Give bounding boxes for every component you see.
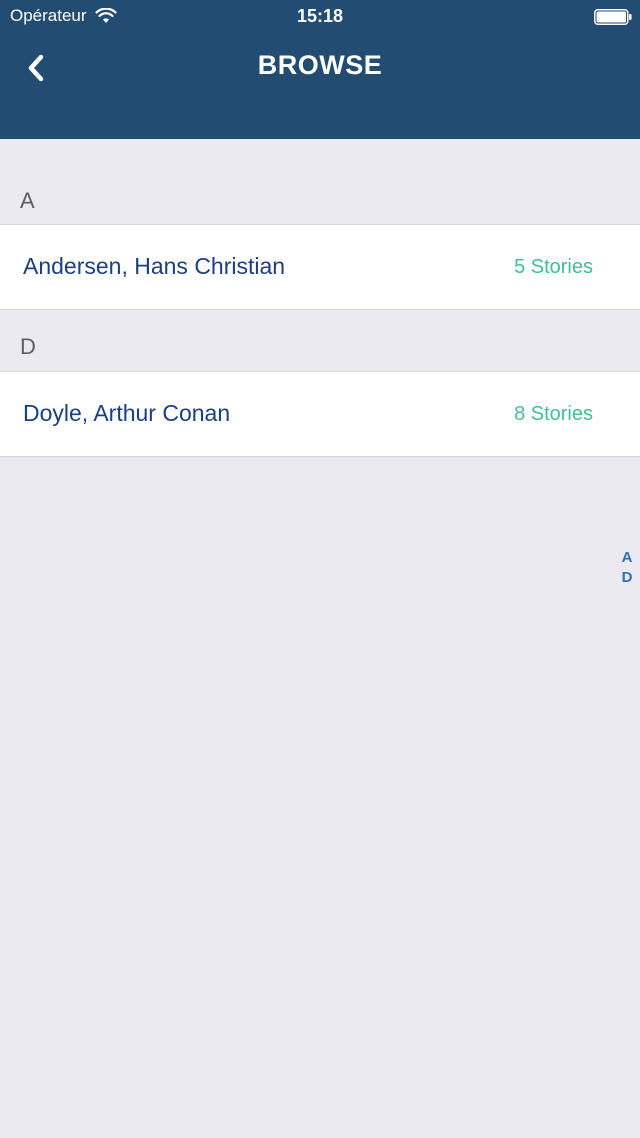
section-letter: D — [20, 334, 36, 359]
author-name: Doyle, Arthur Conan — [23, 400, 231, 426]
author-row-doyle[interactable]: Doyle, Arthur Conan 8 Stories — [0, 371, 640, 457]
index-letter-d[interactable]: D — [620, 568, 634, 588]
page-title: BROWSE — [257, 50, 383, 80]
story-count: 8 Stories — [514, 403, 593, 425]
battery-icon — [594, 9, 632, 25]
navigation-header: Opérateur 15:18 BROWSE — [0, 0, 640, 139]
story-count: 5 Stories — [514, 256, 593, 278]
index-letter-a[interactable]: A — [620, 548, 634, 568]
author-row-andersen[interactable]: Andersen, Hans Christian 5 Stories — [0, 224, 640, 310]
section-header-d: D — [0, 334, 640, 364]
section-index[interactable]: A D — [620, 548, 634, 588]
author-name: Andersen, Hans Christian — [23, 253, 286, 279]
section-header-a: A — [0, 188, 640, 218]
status-bar: Opérateur 15:18 — [0, 0, 640, 34]
section-letter: A — [20, 188, 35, 213]
status-time: 15:18 — [296, 6, 344, 26]
